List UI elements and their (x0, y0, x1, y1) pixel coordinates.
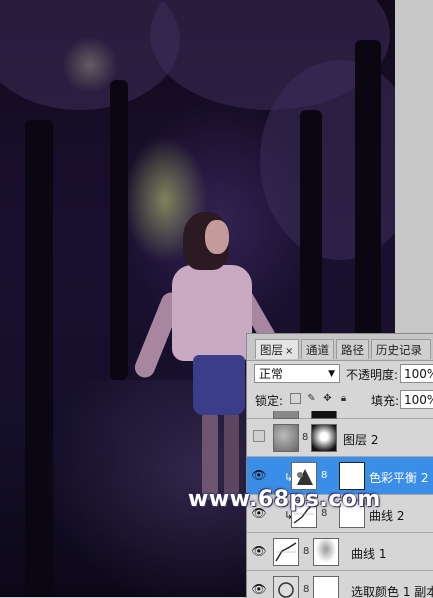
tab-label: 历史记录 (376, 343, 422, 357)
tab-paths[interactable]: 路径 (336, 339, 369, 359)
lock-fill-row: 锁定: ✎ ✥ 🔒︎ 填充: 100% (247, 387, 433, 411)
lock-label: 锁定: (255, 394, 284, 408)
color-balance-icon (297, 469, 313, 485)
tab-history[interactable]: 历史记录 (371, 339, 431, 359)
layer-thumbnail (273, 411, 299, 419)
eye-icon[interactable]: 👁︎ (251, 469, 267, 481)
transparency-lock-icon[interactable] (290, 393, 301, 404)
tab-label: 通道 (306, 343, 329, 357)
adjustment-thumbnail (291, 462, 317, 490)
fill-input[interactable]: 100% (400, 390, 433, 409)
watermark: www.68ps.com (188, 487, 381, 512)
fill-label: 填充: (371, 394, 400, 408)
chain-link-icon[interactable]: 8 (302, 432, 308, 443)
blend-mode-select[interactable]: 正常 ▼ (254, 364, 340, 383)
layer-mask-thumbnail (313, 538, 339, 566)
chain-link-icon[interactable]: 8 (303, 584, 309, 595)
chevron-down-icon: ▼ (328, 369, 335, 379)
layer-row[interactable] (247, 411, 433, 419)
layer-name[interactable]: 曲线 1 (351, 545, 386, 562)
layer-row[interactable]: 👁︎ 8 选取颜色 1 副本 (247, 571, 433, 598)
selective-color-icon (278, 582, 294, 598)
chain-link-icon[interactable]: 8 (321, 470, 327, 481)
visibility-toggle[interactable] (253, 430, 265, 442)
tree-trunk (110, 80, 128, 380)
layer-mask-thumbnail (311, 411, 337, 419)
layer-mask-thumbnail (339, 462, 365, 490)
eye-icon[interactable]: 👁︎ (251, 545, 267, 557)
panel-tabs: 图层 × 通道 路径 历史记录 (247, 334, 433, 361)
lock-icon[interactable]: 🔒︎ (338, 393, 349, 404)
layer-mask-thumbnail (313, 576, 339, 598)
adjustment-thumbnail (273, 538, 299, 566)
workspace-background (395, 0, 433, 333)
girl-shorts (193, 355, 245, 415)
layer-row[interactable]: 8 图层 2 (247, 419, 433, 457)
layers-panel: 图层× 通道 路径 历史记录 正常 ▼ 不透明度: 100% 锁定: ✎ ✥ 🔒… (246, 333, 433, 598)
layer-name[interactable]: 色彩平衡 2 (369, 469, 428, 486)
tab-label: 图层 (260, 343, 283, 357)
girl-blouse (172, 265, 252, 361)
blend-opacity-row: 正常 ▼ 不透明度: 100% (247, 361, 433, 387)
opacity-input[interactable]: 100% (400, 364, 433, 383)
curves-icon (275, 542, 297, 562)
tab-channels[interactable]: 通道 (301, 339, 334, 359)
blend-mode-value: 正常 (259, 367, 284, 381)
tab-layers[interactable]: 图层 × (255, 339, 299, 359)
chain-link-icon[interactable]: 8 (303, 546, 309, 557)
close-icon[interactable]: × (285, 346, 293, 357)
layer-thumbnail (273, 424, 299, 452)
layer-row[interactable]: 👁︎ 8 曲线 1 (247, 533, 433, 571)
layer-name[interactable]: 图层 2 (343, 431, 378, 448)
opacity-label: 不透明度: (346, 368, 399, 382)
move-icon[interactable]: ✥ (322, 393, 333, 404)
tab-label: 路径 (341, 343, 364, 357)
adjustment-thumbnail (273, 576, 299, 598)
girl-face (205, 220, 229, 254)
layer-mask-thumbnail (311, 424, 337, 452)
eye-icon[interactable]: 👁︎ (251, 583, 267, 595)
layer-name[interactable]: 选取颜色 1 副本 (351, 583, 433, 598)
brush-icon[interactable]: ✎ (306, 393, 317, 404)
